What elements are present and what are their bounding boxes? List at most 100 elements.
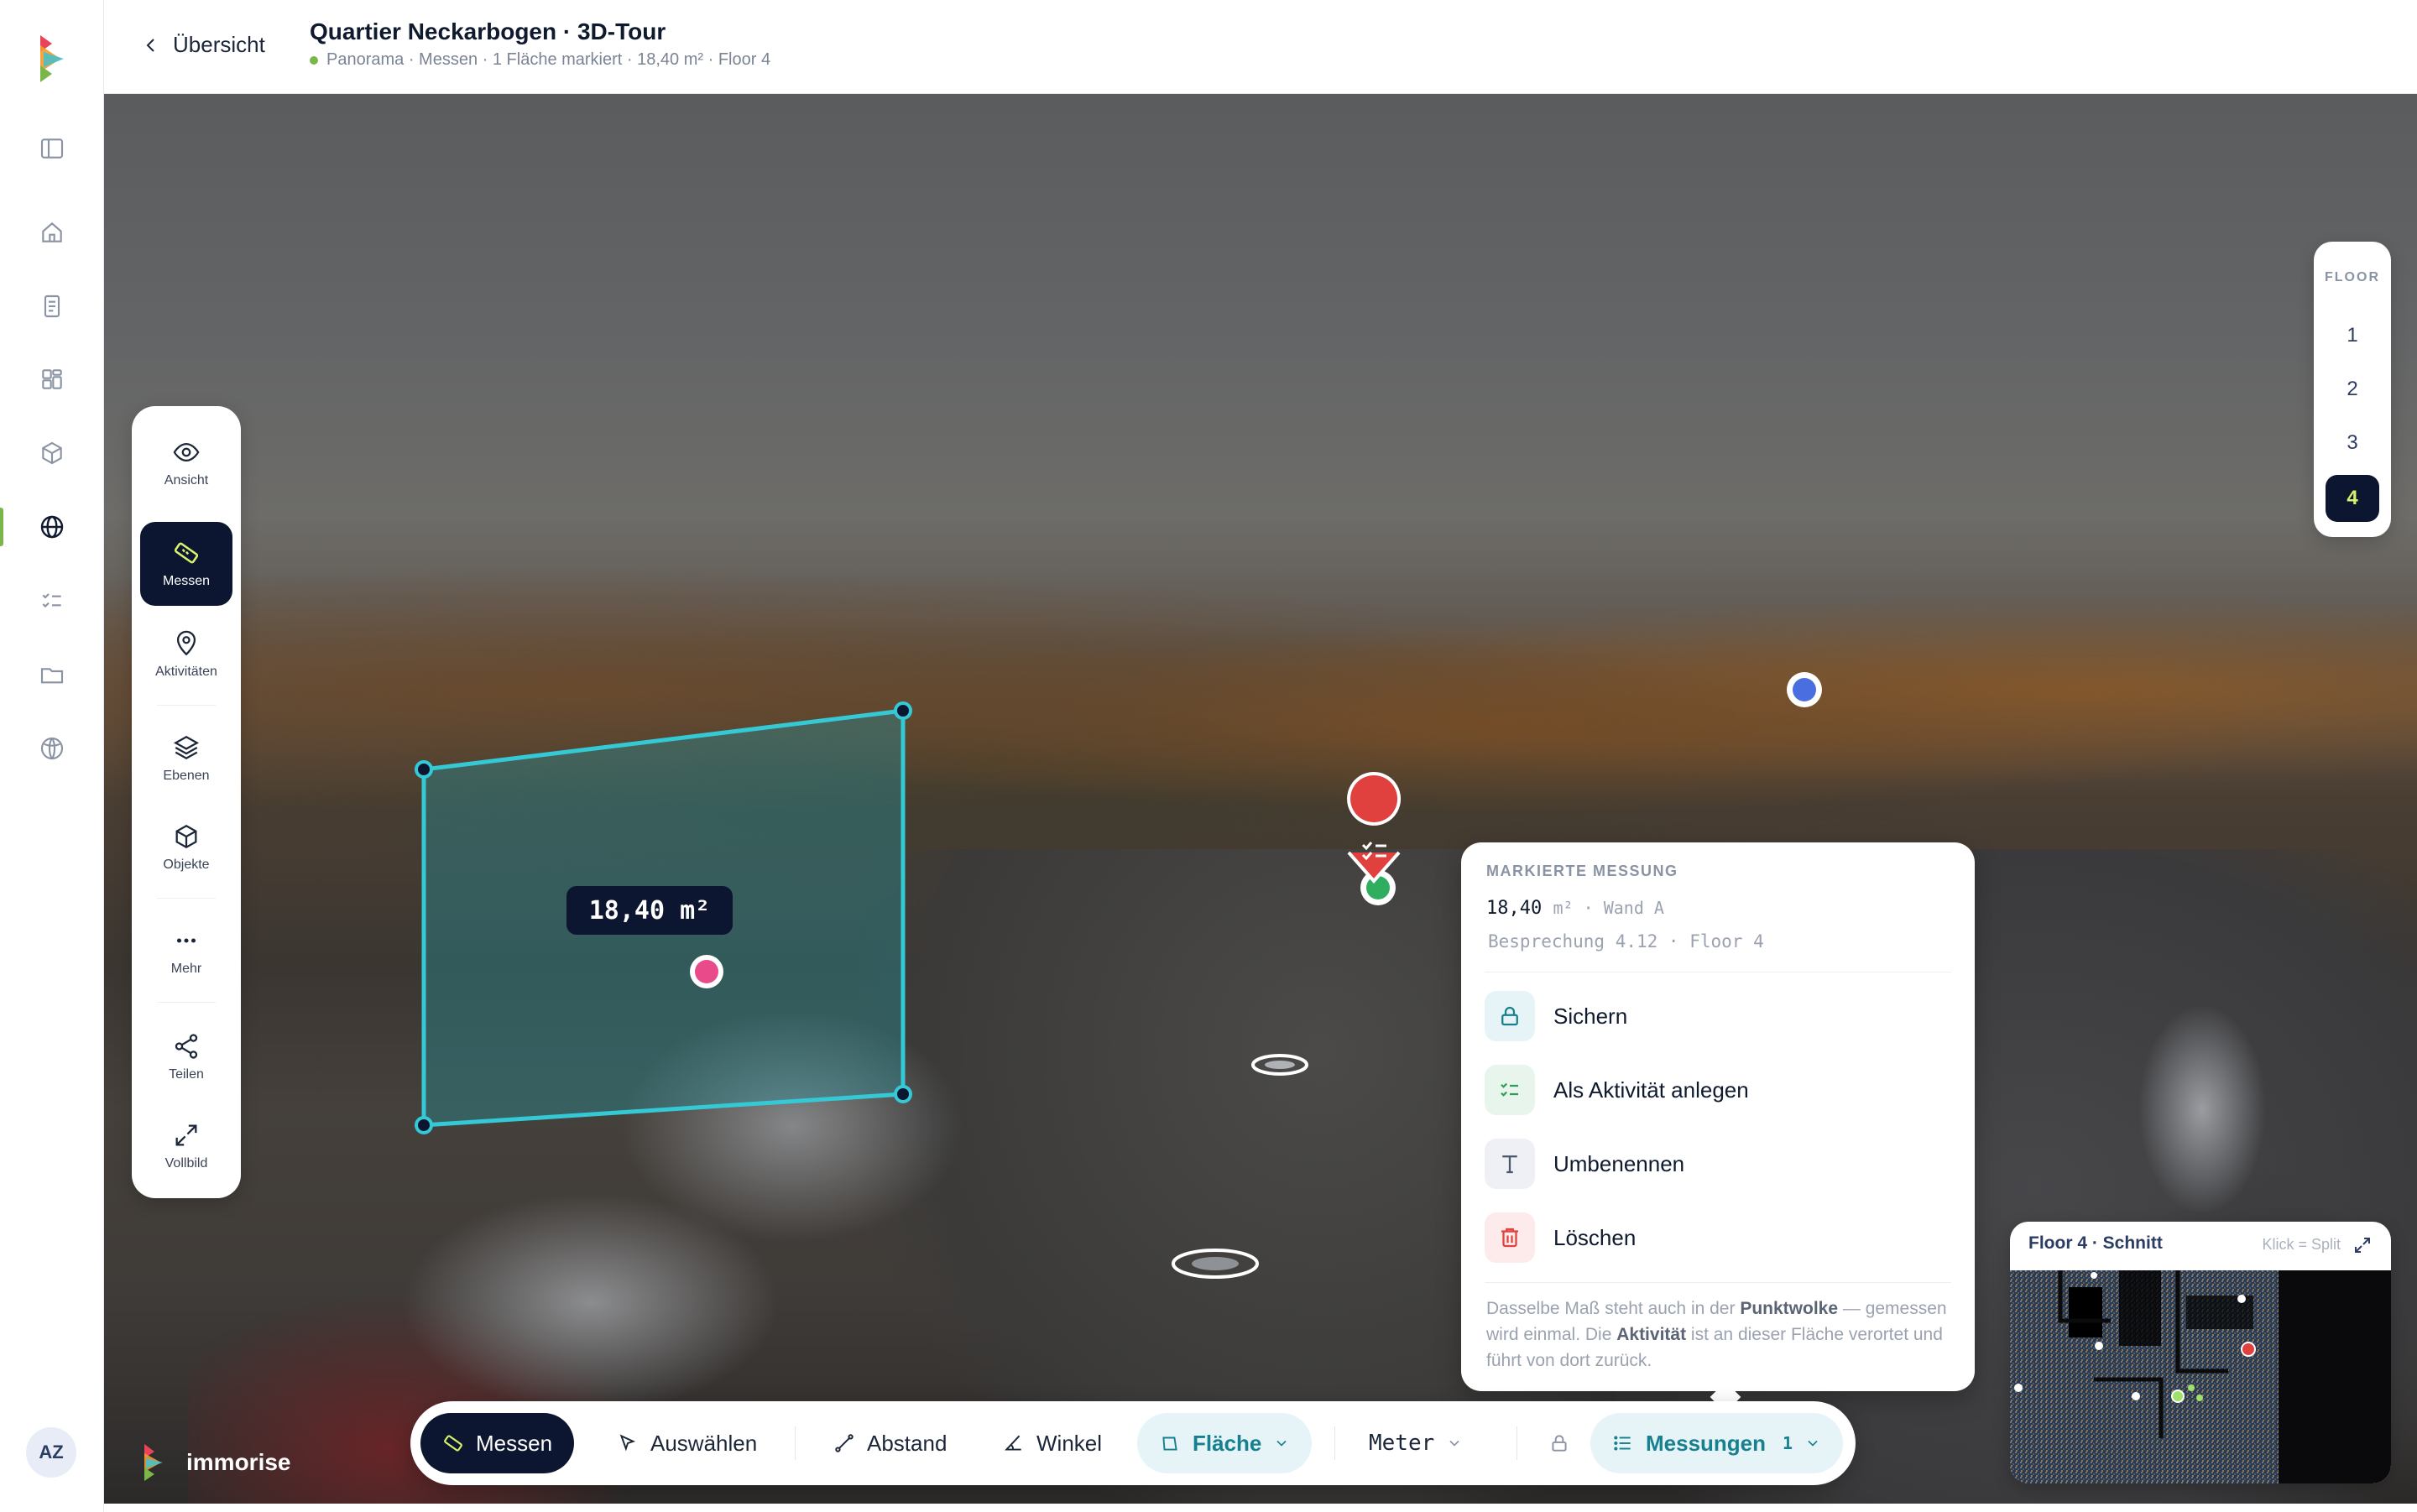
rail-aktivitaeten-label: Aktivitäten: [155, 665, 217, 679]
tool-flaeche[interactable]: Fläche: [1137, 1413, 1313, 1473]
chevron-left-icon: [146, 38, 154, 52]
cube-icon[interactable]: [34, 435, 70, 472]
live-status-dot: [310, 55, 318, 65]
minimap-title: Floor 4 · Schnitt: [2028, 1233, 2163, 1253]
rail-mehr-label: Mehr: [170, 962, 202, 976]
toolbar-divider: [795, 1426, 796, 1460]
unit-select-value: Meter: [1369, 1431, 1435, 1456]
action-sichern[interactable]: Sichern: [1485, 988, 1951, 1044]
planet-icon[interactable]: [34, 730, 70, 767]
folder-icon[interactable]: [34, 656, 70, 693]
tool-abstand[interactable]: Abstand: [812, 1413, 968, 1473]
rail-vollbild-label: Vollbild: [164, 1156, 208, 1170]
area-measurement-label[interactable]: 18,40 m²: [566, 886, 733, 935]
toolbar-divider: [1334, 1426, 1335, 1460]
rail-aktivitaeten[interactable]: Aktivitäten: [140, 613, 232, 696]
user-avatar[interactable]: AZ: [26, 1427, 76, 1478]
tool-auswaehlen-label: Auswählen: [650, 1430, 758, 1456]
action-loeschen-label: Löschen: [1553, 1224, 1637, 1250]
floor-button-4[interactable]: 4: [2326, 475, 2379, 522]
note-emphasis: Aktivität: [1616, 1325, 1687, 1344]
globe-icon[interactable]: [34, 508, 70, 545]
sidebar-toggle-icon[interactable]: [34, 130, 70, 167]
page-title: Quartier Neckarbogen · 3D-Tour: [310, 18, 666, 44]
document-icon[interactable]: [34, 288, 70, 325]
rail-ansicht[interactable]: Ansicht: [140, 421, 232, 505]
area-icon: [1162, 1436, 1177, 1451]
measurement-pin-core: [695, 960, 718, 983]
polygon-vertex-2[interactable]: [894, 701, 912, 720]
rail-objekte-label: Objekte: [163, 858, 210, 872]
trash-icon: [1485, 1212, 1535, 1263]
text-icon: [1485, 1139, 1535, 1189]
expand-icon[interactable]: [2352, 1235, 2373, 1255]
layers-icon: [173, 735, 200, 760]
rail-ansicht-label: Ansicht: [164, 473, 209, 487]
rail-divider: [157, 898, 216, 899]
action-loeschen[interactable]: Löschen: [1485, 1210, 1951, 1265]
list-icon: [1614, 1436, 1631, 1451]
floor-button-3[interactable]: 3: [2326, 420, 2379, 467]
pin-icon: [176, 630, 196, 656]
action-umbenennen-label: Umbenennen: [1553, 1150, 1685, 1176]
rail-ebenen-label: Ebenen: [163, 769, 210, 783]
action-als-aktivitaet-anlegen[interactable]: Als Aktivität anlegen: [1485, 1062, 1951, 1118]
lock-button[interactable]: [1527, 1413, 1592, 1473]
lock-icon: [1485, 991, 1535, 1041]
measurements-dropdown[interactable]: Messungen 1: [1590, 1413, 1844, 1473]
rail-messen-label: Messen: [162, 574, 211, 588]
rail-messen[interactable]: Messen: [140, 522, 232, 606]
app-logo[interactable]: [37, 34, 67, 84]
unit-select[interactable]: Meter: [1347, 1413, 1485, 1473]
eye-icon: [173, 442, 200, 462]
measurement-popover: MARKIERTE MESSUNG 18,40 m² · Wand A Besp…: [1461, 842, 1975, 1413]
back-label: Übersicht: [173, 32, 265, 57]
ruler-icon: [444, 1435, 462, 1452]
floor-minimap[interactable]: Floor 4 · Schnitt Klick = Split: [2010, 1222, 2391, 1483]
checklist-icon[interactable]: [34, 582, 70, 619]
action-als-aktivitaet-anlegen-label: Als Aktivität anlegen: [1553, 1077, 1749, 1103]
rail-divider: [157, 1002, 216, 1003]
toolbar-divider: [1516, 1426, 1517, 1460]
popover-note: Dasselbe Maß steht auch in der Punktwolk…: [1486, 1296, 1953, 1374]
activity-pin[interactable]: [1347, 772, 1401, 884]
popover-value: 18,40 m² · Wand A: [1486, 898, 1664, 919]
home-icon[interactable]: [34, 214, 70, 251]
distance-icon: [835, 1434, 854, 1452]
floor-selector-heading: FLOOR: [2325, 270, 2380, 284]
share-icon: [175, 1034, 198, 1059]
tool-messen-label: Messen: [476, 1430, 553, 1456]
tool-winkel[interactable]: Winkel: [981, 1413, 1124, 1473]
tool-messen[interactable]: Messen: [420, 1413, 575, 1473]
active-indicator: [0, 508, 3, 546]
floor-selector: FLOOR 1 2 3 4: [2314, 242, 2391, 537]
back-link[interactable]: Übersicht: [141, 32, 265, 58]
action-umbenennen[interactable]: Umbenennen: [1485, 1136, 1951, 1191]
minimap-hint: Klick = Split: [2262, 1236, 2341, 1253]
rail-vollbild[interactable]: Vollbild: [140, 1104, 232, 1188]
popover-location: Besprechung 4.12 · Floor 4: [1488, 931, 1764, 952]
polygon-vertex-3[interactable]: [894, 1085, 912, 1103]
polygon-vertex-1[interactable]: [415, 760, 433, 779]
measure-toolbar: Messen Auswählen Abstand Winkel Fläche M…: [410, 1401, 1856, 1485]
page-header: Übersicht Quartier Neckarbogen · 3D-Tour…: [104, 0, 2417, 94]
navigation-hotspot-1-core: [1265, 1061, 1295, 1069]
rail-teilen[interactable]: Teilen: [140, 1015, 232, 1099]
rail-objekte[interactable]: Objekte: [140, 806, 232, 889]
tool-winkel-label: Winkel: [1036, 1430, 1103, 1456]
floor-button-1[interactable]: 1: [2326, 312, 2379, 359]
minimap-map[interactable]: [2010, 1270, 2391, 1483]
rail-mehr[interactable]: Mehr: [140, 910, 232, 993]
polygon-vertex-4[interactable]: [415, 1116, 433, 1134]
tool-abstand-label: Abstand: [867, 1430, 947, 1456]
chevron-down-icon: [1808, 1440, 1818, 1447]
popover-heading: MARKIERTE MESSUNG: [1486, 863, 1678, 879]
tool-auswaehlen[interactable]: Auswählen: [595, 1413, 779, 1473]
dashboard-icon[interactable]: [34, 361, 70, 398]
page-subtitle: Panorama · Messen · 1 Fläche markiert · …: [310, 50, 770, 70]
rail-ebenen[interactable]: Ebenen: [140, 717, 232, 800]
immorise-logo-icon: [144, 1444, 163, 1481]
location-marker-blue-core: [1793, 678, 1816, 701]
note-text: Dasselbe Maß steht auch in der: [1486, 1299, 1741, 1318]
floor-button-2[interactable]: 2: [2326, 366, 2379, 413]
